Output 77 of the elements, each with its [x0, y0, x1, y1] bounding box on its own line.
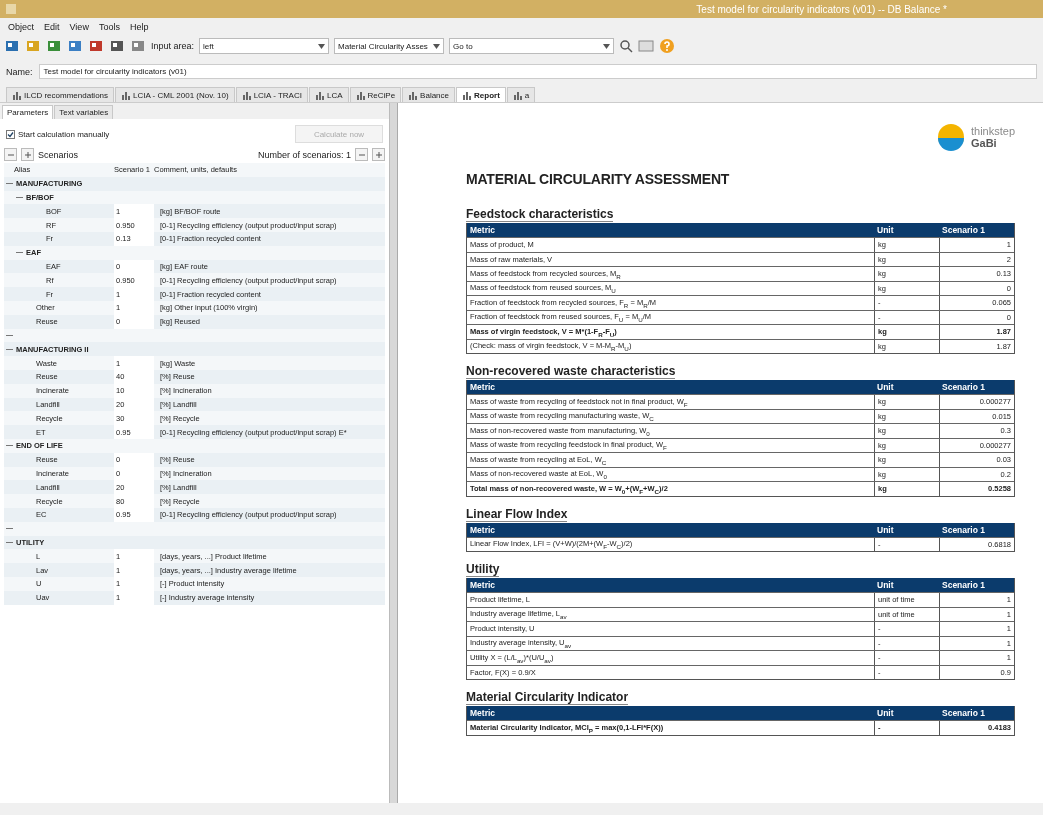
- logo-icon: [936, 123, 965, 151]
- help-icon[interactable]: [659, 38, 676, 54]
- column-header: Scenario 1: [941, 707, 986, 720]
- input-area-label: Input area:: [151, 41, 195, 51]
- decrease-button[interactable]: [355, 148, 368, 161]
- tab[interactable]: a: [506, 87, 536, 102]
- scenarios-label: Scenarios: [38, 149, 80, 160]
- checkbox[interactable]: [6, 129, 15, 139]
- tab[interactable]: LCIA - CML 2001 (Nov. 10): [115, 87, 235, 102]
- subtab[interactable]: Parameters: [2, 105, 54, 119]
- window-title: Test model for circularity indicators (v01) -- DB Balance *: [696, 3, 947, 15]
- caret-icon: [433, 43, 441, 49]
- checkbox-label: Start calculation manually: [18, 129, 110, 139]
- chart-icon: [355, 90, 365, 100]
- section-title: Feedstock characteristics: [466, 207, 614, 222]
- report-title: MATERIAL CIRCULARITY ASSESSMENT: [466, 171, 731, 187]
- column-header: Metric: [469, 224, 497, 237]
- column-header: Unit: [876, 523, 895, 537]
- column-header: Metric: [469, 523, 497, 537]
- toolbar-icon[interactable]: [4, 38, 20, 54]
- collapse-icon[interactable]: [16, 194, 23, 201]
- chart-icon: [314, 90, 324, 100]
- column-header: Unit: [876, 707, 895, 720]
- menu-item[interactable]: Edit: [44, 22, 60, 32]
- plus-icon: [375, 151, 382, 158]
- tab[interactable]: LCA: [308, 87, 349, 102]
- tab[interactable]: ReCiPe: [349, 87, 402, 102]
- toolbar-icon[interactable]: [46, 38, 62, 54]
- column-header: Metric: [469, 381, 497, 394]
- column-header: Unit: [876, 579, 895, 592]
- tab[interactable]: Balance: [402, 87, 455, 102]
- toolbar-icon[interactable]: [67, 38, 83, 54]
- add-scenario-button[interactable]: [21, 148, 34, 161]
- search-icon[interactable]: [619, 39, 634, 53]
- toolbar-icon[interactable]: [130, 38, 146, 54]
- toolbar-icon[interactable]: [109, 38, 125, 54]
- tab[interactable]: ILCD recommendations: [6, 87, 115, 102]
- chart-icon: [462, 90, 471, 100]
- name-label: Name:: [6, 66, 33, 77]
- plus-icon: [24, 151, 31, 158]
- chart-icon: [241, 90, 251, 100]
- chart-icon: [408, 90, 418, 100]
- column-header: Unit: [876, 381, 895, 394]
- column-header: Metric: [469, 579, 497, 592]
- tab[interactable]: LCIA - TRACI: [235, 87, 308, 102]
- chart-icon: [512, 90, 522, 100]
- input-area-dropdown[interactable]: left: [199, 38, 330, 54]
- menu-item[interactable]: Object: [8, 22, 34, 32]
- column-header: Scenario 1: [941, 523, 986, 537]
- logo-text: thinkstep: [970, 125, 1015, 137]
- column-header: Scenario 1: [941, 579, 986, 592]
- report-dropdown[interactable]: Material Circularity Asses: [334, 38, 445, 54]
- menu-item[interactable]: View: [69, 22, 89, 32]
- increase-button[interactable]: [372, 148, 385, 161]
- tab[interactable]: Report: [456, 87, 506, 102]
- section-title: Linear Flow Index: [466, 506, 568, 522]
- section-title: Non-recovered waste characteristics: [466, 364, 676, 379]
- caret-icon: [318, 43, 326, 49]
- logo-text: GaBi: [970, 137, 998, 149]
- section-title: Utility: [466, 562, 500, 577]
- caret-icon: [603, 43, 611, 49]
- chart-icon: [12, 90, 21, 100]
- column-header: Scenario 1: [941, 381, 986, 394]
- remove-scenario-button[interactable]: [4, 148, 17, 161]
- app-icon: [6, 4, 16, 14]
- column-header: Scenario 1: [941, 224, 986, 237]
- column-header: Unit: [876, 224, 895, 237]
- name-field[interactable]: Test model for circularity indicators (v01): [38, 64, 1037, 79]
- scenario-count: Number of scenarios: 1: [257, 149, 351, 160]
- menu-item[interactable]: Help: [129, 22, 149, 32]
- section-title: Material Circularity Indicator: [466, 690, 629, 705]
- toolbar-icon[interactable]: [88, 38, 104, 54]
- chart-icon: [121, 90, 131, 100]
- subtab[interactable]: Text variables: [54, 105, 114, 119]
- menu-item[interactable]: Tools: [98, 22, 120, 32]
- column-header: Metric: [469, 707, 497, 720]
- goto-dropdown[interactable]: Go to: [449, 38, 615, 54]
